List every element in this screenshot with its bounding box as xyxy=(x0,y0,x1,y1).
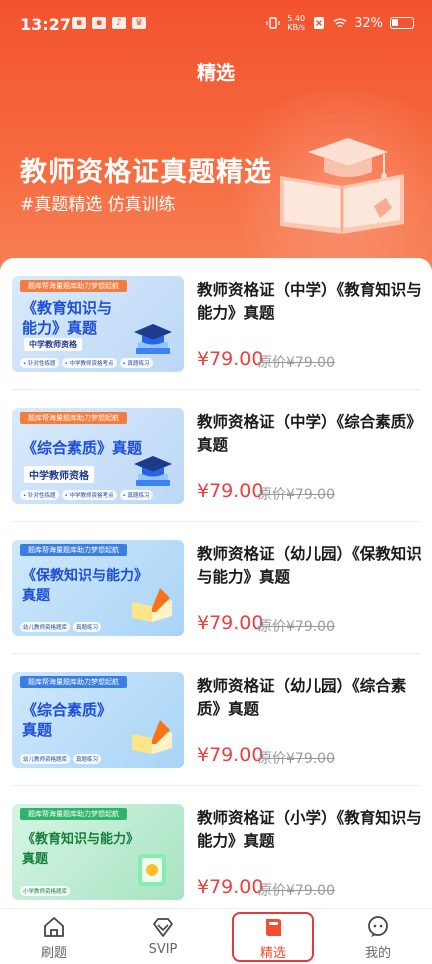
course-title: 教师资格证（中学）《综合素质》真题 xyxy=(197,413,422,454)
thumbnail-title-line: 《教育知识与能力》 xyxy=(22,832,140,847)
course-thumbnail: 题库帮海量题库助力梦想起航 《教育知识与 能力》真题 中学教师资格 • 针对性练… xyxy=(12,276,184,372)
battery-icon xyxy=(390,17,414,29)
course-price: ¥79.00 xyxy=(197,480,264,502)
status-bar: 13:27 ▪ ▪ ♪ ♛ 5.40 KB/s 32% xyxy=(0,0,432,48)
course-original-price: 原价¥79.00 xyxy=(258,751,335,767)
tiktok-icon: ♪ xyxy=(112,17,126,29)
thumbnail-title-line: 《保教知识与能力》 xyxy=(22,568,148,584)
course-item[interactable]: 题库帮海量题库助力梦想起航 《教育知识与能力》 真题 小学教师资格题库 教师资格… xyxy=(0,786,432,908)
thumbnail-tag: 题库帮海量题库助力梦想起航 xyxy=(20,544,127,556)
course-price: ¥79.00 xyxy=(197,612,264,634)
course-list: 题库帮海量题库助力梦想起航 《教育知识与 能力》真题 中学教师资格 • 针对性练… xyxy=(0,258,432,908)
course-item[interactable]: 题库帮海量题库助力梦想起航 《综合素质》 真题 幼儿教师资格题库 真题练习 教师… xyxy=(0,654,432,786)
course-title: 教师资格证（幼儿园）《综合素质》真题 xyxy=(197,677,407,718)
graduation-book-illustration xyxy=(280,138,404,234)
graduation-cap-books-icon xyxy=(134,324,172,354)
wifi-icon xyxy=(333,18,347,28)
thumbnail-title: 《综合素质》真题 xyxy=(22,438,142,458)
status-right: 5.40 KB/s 32% xyxy=(266,14,414,32)
open-book-pencil-icon xyxy=(132,588,172,622)
app-notification-icon: ▪ xyxy=(72,17,86,29)
home-icon xyxy=(44,917,64,937)
thumbnail-tag: 题库帮海量题库助力梦想起航 xyxy=(20,280,127,292)
course-title: 教师资格证（幼儿园）《保教知识与能力》真题 xyxy=(197,545,422,586)
course-item[interactable]: 题库帮海量题库助力梦想起航 《教育知识与 能力》真题 中学教师资格 • 针对性练… xyxy=(0,258,432,390)
course-price: ¥79.00 xyxy=(197,744,264,766)
thumbnail-subtitle: 中学教师资格 xyxy=(24,338,82,351)
course-original-price: 原价¥79.00 xyxy=(258,355,335,371)
tab-mine[interactable]: 我的 xyxy=(328,909,428,964)
thumbnail-chip: • 针对性练题 xyxy=(20,490,59,500)
thumbnail-chip: 小学教师资格题库 xyxy=(20,886,71,896)
thumbnail-chips: 幼儿教师资格题库 真题练习 xyxy=(20,622,102,632)
app-notification-icon: ▪ xyxy=(92,17,106,29)
vibrate-icon xyxy=(266,17,280,29)
tab-label: 刷题 xyxy=(40,946,67,961)
network-speed-value: 5.40 xyxy=(287,14,306,23)
bottom-tab-bar: 刷题 SVIP 精选 我的 xyxy=(0,908,432,964)
network-speed-unit: KB/s xyxy=(287,23,305,32)
course-thumbnail: 题库帮海量题库助力梦想起航 《综合素质》真题 中学教师资格 • 针对性练题 • … xyxy=(12,408,184,504)
course-title: 教师资格证（小学）《教育知识与能力》真题 xyxy=(197,809,422,850)
chat-icon xyxy=(368,916,388,937)
thumbnail-title: 《综合素质》 真题 xyxy=(22,700,112,740)
thumbnail-chip: 真题练习 xyxy=(73,754,102,764)
crown-icon: ♛ xyxy=(132,17,146,29)
thumbnail-title-line: 《教育知识与 xyxy=(22,299,113,317)
tab-featured[interactable]: 精选 xyxy=(223,909,323,964)
thumbnail-chips: 小学教师资格题库 xyxy=(20,886,71,896)
course-title: 教师资格证（中学）《教育知识与能力》真题 xyxy=(197,281,422,322)
thumbnail-tag: 题库帮海量题库助力梦想起航 xyxy=(20,676,127,688)
banner-subtitle: #真题精选 仿真训练 xyxy=(20,195,176,215)
course-price: ¥79.00 xyxy=(197,876,264,898)
book-icon xyxy=(266,919,281,936)
thumbnail-title-line: 能力》真题 xyxy=(22,319,98,337)
course-original-price: 原价¥79.00 xyxy=(258,487,335,503)
thumbnail-chip: 真题练习 xyxy=(73,622,102,632)
diamond-icon xyxy=(153,918,173,937)
thumbnail-chip: • 中学教师资格考点 xyxy=(61,490,117,500)
thumbnail-chip: • 中学教师资格考点 xyxy=(61,358,117,368)
open-book-pencil-icon xyxy=(132,720,172,754)
network-speed: 5.40 KB/s xyxy=(287,14,305,32)
course-thumbnail: 题库帮海量题库助力梦想起航 《教育知识与能力》 真题 小学教师资格题库 xyxy=(12,804,184,900)
course-item[interactable]: 题库帮海量题库助力梦想起航 《综合素质》真题 中学教师资格 • 针对性练题 • … xyxy=(0,390,432,522)
tab-label: 精选 xyxy=(259,946,286,961)
notification-icons: ▪ ▪ ♪ ♛ xyxy=(72,17,146,29)
banner-title: 教师资格证真题精选 xyxy=(20,157,272,188)
tab-home[interactable]: 刷题 xyxy=(4,909,104,964)
course-price: ¥79.00 xyxy=(197,348,264,370)
thumbnail-tag: 题库帮海量题库助力梦想起航 xyxy=(20,808,127,820)
course-original-price: 原价¥79.00 xyxy=(258,619,335,635)
course-thumbnail: 题库帮海量题库助力梦想起航 《综合素质》 真题 幼儿教师资格题库 真题练习 xyxy=(12,672,184,768)
graduation-cap-books-icon xyxy=(134,456,172,486)
thumbnail-chip: • 针对性练题 xyxy=(20,358,59,368)
battery-percent: 32% xyxy=(354,15,383,31)
thumbnail-title-line: 真题 xyxy=(22,852,49,867)
thumbnail-tag: 题库帮海量题库助力梦想起航 xyxy=(20,412,127,424)
thumbnail-chip: 幼儿教师资格题库 xyxy=(20,622,71,632)
course-item[interactable]: 题库帮海量题库助力梦想起航 《保教知识与能力》 真题 幼儿教师资格题库 真题练习… xyxy=(0,522,432,654)
thumbnail-title-line: 《综合素质》真题 xyxy=(22,439,143,457)
tab-svip[interactable]: SVIP xyxy=(113,909,213,964)
thumbnail-title-line: 真题 xyxy=(22,721,53,739)
page-title: 精选 xyxy=(196,62,235,84)
notebook-icon xyxy=(138,854,166,886)
sim-off-icon xyxy=(314,17,325,29)
thumbnail-chips: 幼儿教师资格题库 真题练习 xyxy=(20,754,102,764)
thumbnail-subtitle: 中学教师资格 xyxy=(24,466,94,483)
tab-label: SVIP xyxy=(148,942,178,957)
thumbnail-title-line: 《综合素质》 xyxy=(22,701,113,719)
thumbnail-title: 《教育知识与 能力》真题 xyxy=(22,298,112,338)
tab-label: 我的 xyxy=(364,946,391,961)
thumbnail-title: 《教育知识与能力》 真题 xyxy=(22,830,139,870)
course-original-price: 原价¥79.00 xyxy=(258,883,335,899)
thumbnail-chip: 幼儿教师资格题库 xyxy=(20,754,71,764)
status-time: 13:27 xyxy=(20,15,71,34)
course-thumbnail: 题库帮海量题库助力梦想起航 《保教知识与能力》 真题 幼儿教师资格题库 真题练习 xyxy=(12,540,184,636)
